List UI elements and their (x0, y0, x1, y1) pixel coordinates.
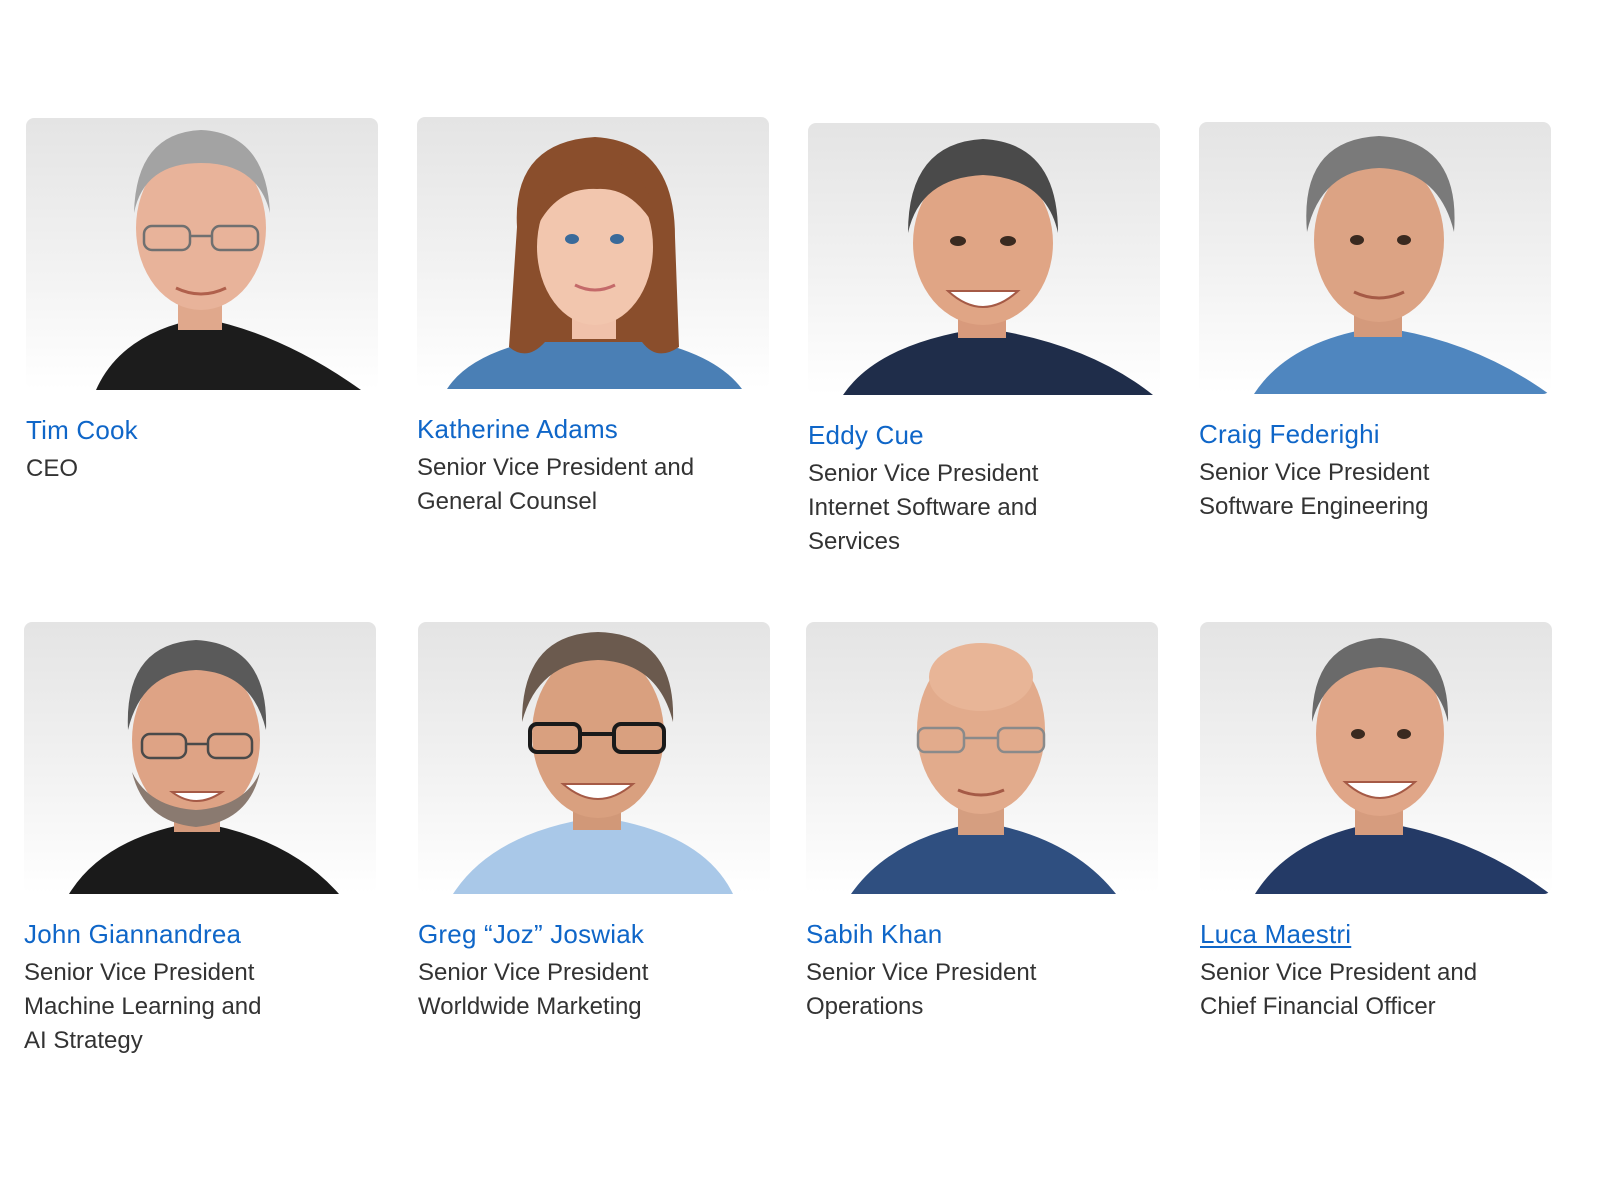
person-role: Senior Vice President Operations (806, 956, 1166, 1024)
profile-photo-link[interactable] (26, 118, 378, 390)
person-name-link[interactable]: Luca Maestri (1200, 918, 1351, 950)
person-role: CEO (26, 452, 386, 486)
person-role: Senior Vice President Worldwide Marketin… (418, 956, 778, 1024)
portrait-image (96, 130, 361, 390)
profile-card-tim-cook: Tim Cook CEO (26, 118, 386, 486)
role-line: Senior Vice President and (417, 454, 695, 481)
profile-card-john-giannandrea: John Giannandrea Senior Vice President M… (24, 622, 384, 1058)
portrait-image (453, 632, 733, 894)
profile-card-greg-joswiak: Greg “Joz” Joswiak Senior Vice President… (418, 622, 778, 1024)
profile-card-eddy-cue: Eddy Cue Senior Vice President Internet … (808, 123, 1168, 559)
portrait-image (1254, 136, 1549, 394)
profile-photo-link[interactable] (808, 123, 1160, 395)
profile-photo-link[interactable] (24, 622, 376, 894)
person-name-link[interactable]: Katherine Adams (417, 413, 618, 445)
role-line: Senior Vice President (1199, 459, 1430, 486)
portrait-image (1255, 638, 1550, 894)
role-line: Software Engineering (1199, 493, 1429, 520)
person-name-link[interactable]: Eddy Cue (808, 419, 924, 451)
role-line: Machine Learning and (24, 993, 262, 1020)
person-role: Senior Vice President Internet Software … (808, 457, 1168, 559)
person-name-link[interactable]: Craig Federighi (1199, 418, 1380, 450)
person-name-link[interactable]: Greg “Joz” Joswiak (418, 918, 644, 950)
role-line: Worldwide Marketing (418, 993, 642, 1020)
role-line: Senior Vice President (808, 460, 1039, 487)
portrait-image (69, 640, 339, 894)
profile-card-luca-maestri: Luca Maestri Senior Vice President and C… (1200, 622, 1560, 1024)
profile-photo-link[interactable] (1199, 122, 1551, 394)
profile-card-katherine-adams: Katherine Adams Senior Vice President an… (417, 117, 777, 519)
role-line: Senior Vice President (418, 959, 649, 986)
person-name-link[interactable]: John Giannandrea (24, 918, 241, 950)
person-role: Senior Vice President and Chief Financia… (1200, 956, 1560, 1024)
role-line: CEO (26, 455, 79, 482)
profile-card-craig-federighi: Craig Federighi Senior Vice President So… (1199, 122, 1559, 524)
profile-photo-link[interactable] (418, 622, 770, 894)
role-line: Chief Financial Officer (1200, 993, 1436, 1020)
person-name-link[interactable]: Tim Cook (26, 414, 138, 446)
role-line: General Counsel (417, 488, 598, 515)
role-line: Senior Vice President and (1200, 959, 1478, 986)
person-name-link[interactable]: Sabih Khan (806, 918, 942, 950)
role-line: Operations (806, 993, 924, 1020)
person-role: Senior Vice President Software Engineeri… (1199, 456, 1559, 524)
profile-photo-link[interactable] (1200, 622, 1552, 894)
role-line: Senior Vice President (24, 959, 255, 986)
role-line: Internet Software and (808, 494, 1038, 521)
profile-photo-link[interactable] (806, 622, 1158, 894)
role-line: AI Strategy (24, 1027, 143, 1054)
portrait-image (851, 643, 1116, 894)
profile-card-sabih-khan: Sabih Khan Senior Vice President Operati… (806, 622, 1166, 1024)
role-line: Senior Vice President (806, 959, 1037, 986)
profile-photo-link[interactable] (417, 117, 769, 389)
person-role: Senior Vice President Machine Learning a… (24, 956, 384, 1058)
leadership-grid: Tim Cook CEO Katherine Adams Senior Vice… (0, 0, 1600, 1200)
portrait-image (843, 139, 1153, 395)
portrait-image (447, 137, 742, 389)
role-line: Services (808, 528, 901, 555)
person-role: Senior Vice President and General Counse… (417, 451, 777, 519)
